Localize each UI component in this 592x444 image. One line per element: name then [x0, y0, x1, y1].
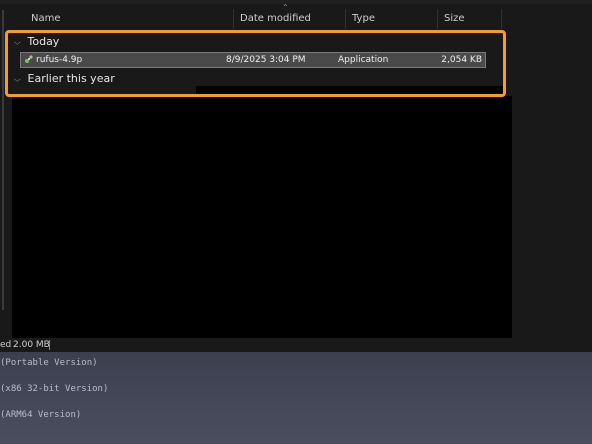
portable-version-text: (Portable Version) — [0, 358, 98, 368]
status-bar: ed 2.00 MB — [0, 338, 592, 352]
column-header-end-divider — [501, 9, 502, 29]
column-name-label: Name — [31, 13, 61, 24]
arm64-version-text: (ARM64 Version) — [0, 410, 82, 420]
background-page-panel: (Portable Version) (x86 32-bit Version) … — [0, 352, 592, 444]
top-toolbar-strip — [0, 0, 592, 4]
file-explorer-window: Name ⌃ Date modified Type Size ⌵ Today r… — [0, 0, 592, 352]
column-header-date-modified[interactable]: ⌃ Date modified — [233, 3, 345, 29]
status-selected-size: 2.00 MB — [13, 340, 50, 350]
file-list-empty-area — [12, 96, 512, 340]
column-header-name[interactable]: Name — [25, 9, 233, 29]
column-header-size[interactable]: Size — [437, 9, 501, 29]
navigation-pane-scrollbar[interactable] — [2, 10, 4, 310]
highlight-annotation-box — [5, 30, 506, 97]
column-header-row: Name ⌃ Date modified Type Size — [12, 3, 592, 31]
column-date-label: Date modified — [240, 13, 311, 24]
x86-version-text: (x86 32-bit Version) — [0, 384, 109, 394]
column-size-label: Size — [444, 13, 465, 24]
status-selected-text: ed — [0, 340, 12, 350]
status-divider — [49, 340, 50, 350]
column-header-type[interactable]: Type — [345, 9, 437, 29]
sort-chevron-icon: ⌃ — [282, 3, 289, 12]
column-type-label: Type — [352, 13, 375, 24]
